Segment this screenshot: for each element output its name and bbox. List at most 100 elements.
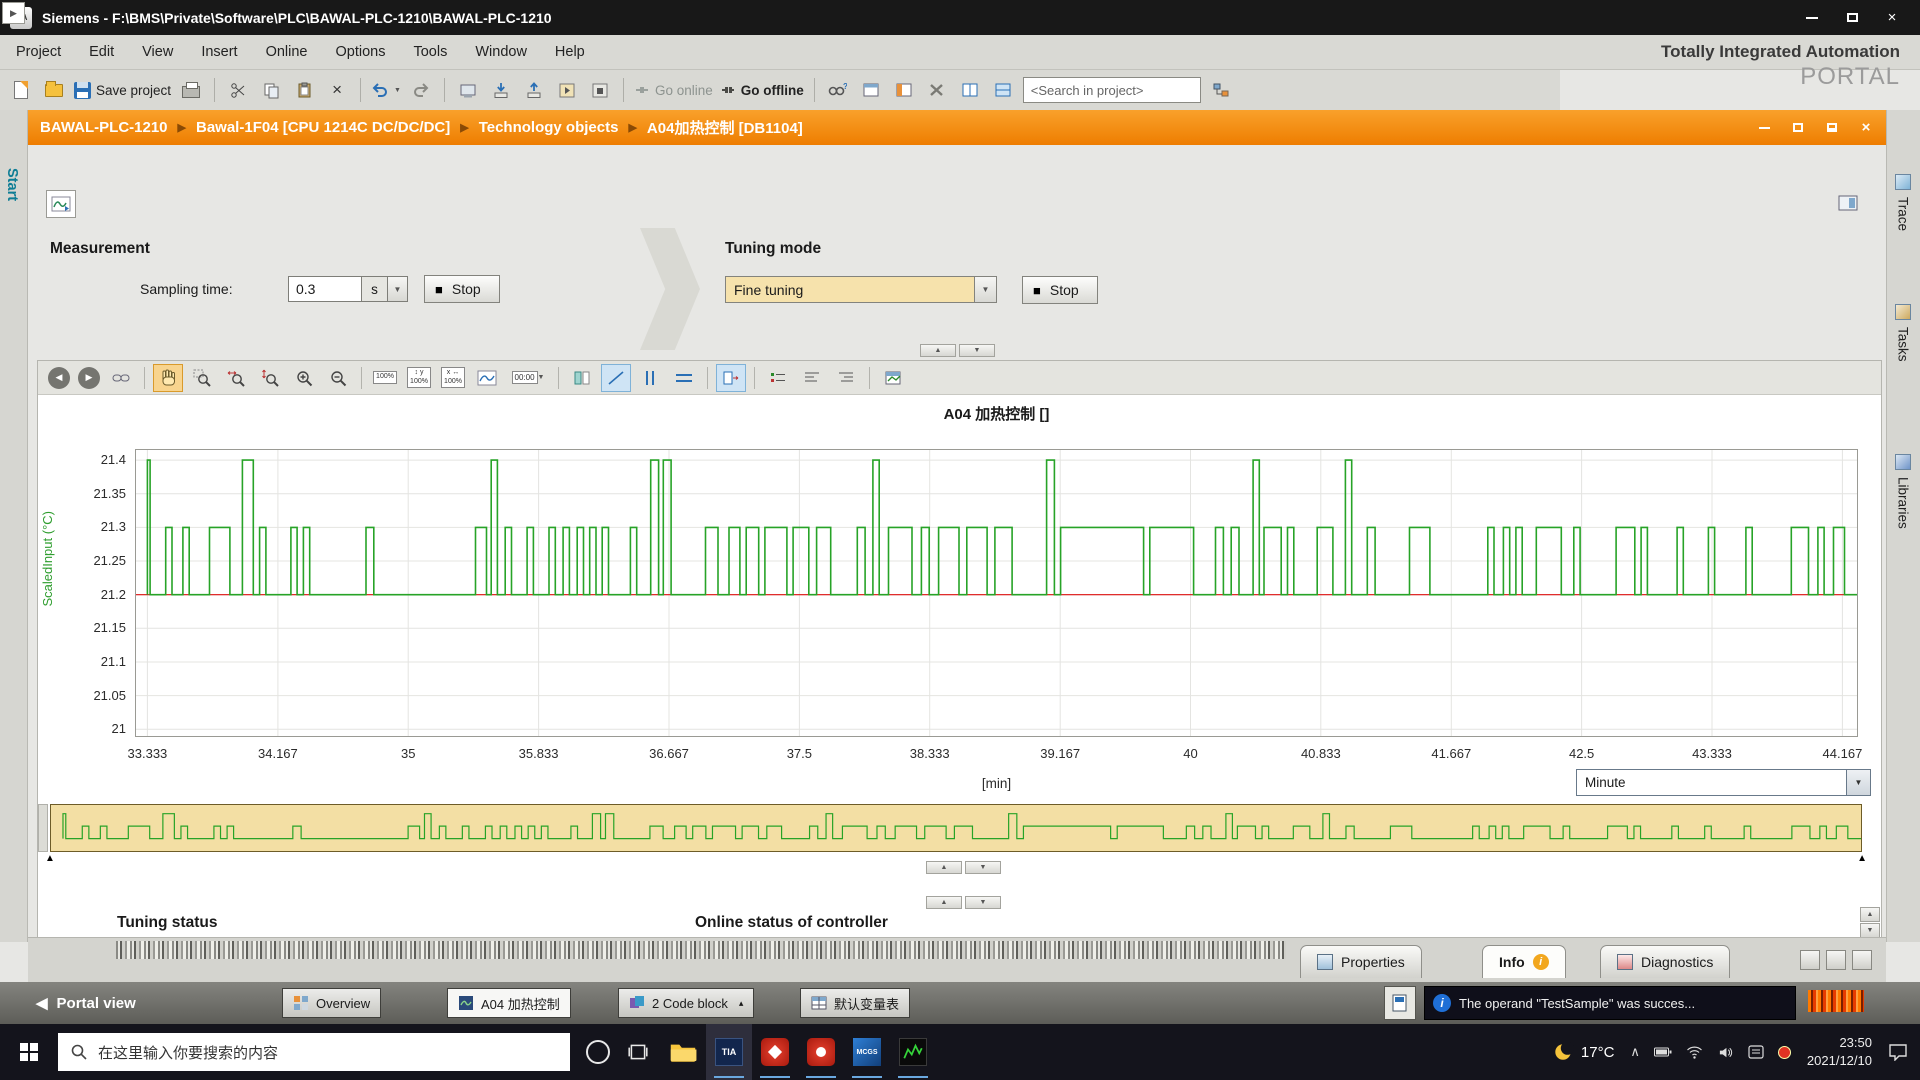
window-restore-button[interactable] [1844,10,1860,26]
menu-edit[interactable]: Edit [89,44,114,60]
time-unit-dropdown-button[interactable]: ▼ [1846,770,1870,795]
cut-button[interactable] [225,76,251,104]
collapse-inspector-button[interactable] [1826,950,1846,970]
taskbar-search-input[interactable]: 在这里输入你要搜索的内容 [58,1033,570,1071]
start-runtime-window-button[interactable] [858,76,884,104]
split-editor-vertical-button[interactable] [990,76,1016,104]
tab-info[interactable]: Info i [1482,945,1566,978]
task-card-trace[interactable]: Trace [1888,170,1918,235]
redo-button[interactable] [408,76,434,104]
zoom-horizontal-button[interactable] [221,364,251,392]
editor-maximize-button[interactable] [1824,120,1840,136]
menu-online[interactable]: Online [266,44,308,60]
tab-properties[interactable]: Properties [1300,945,1422,978]
battery-icon[interactable] [1654,1047,1672,1057]
cross-reference-button[interactable] [924,76,950,104]
expand-measurement-panel-button[interactable] [1834,190,1862,216]
zoom-in-button[interactable] [289,364,319,392]
zoom-out-button[interactable] [323,364,353,392]
sampling-unit-dropdown-button[interactable]: ▼ [388,276,408,302]
splitter-up-button[interactable]: ▲ [926,896,962,909]
cursor-mode-button[interactable] [567,364,597,392]
time-offset-button[interactable]: 00:00▼ [506,364,550,392]
red-app1-button[interactable] [752,1024,798,1080]
editor-tab-codeblock[interactable]: 2 Code block ▴ [618,988,754,1018]
splitter-up-button[interactable]: ▲ [920,344,956,357]
sampling-time-input[interactable]: 0.3 [288,276,362,302]
speaker-icon[interactable] [1717,1045,1734,1060]
input-method-icon[interactable] [1748,1045,1764,1059]
editor-restore-button[interactable] [1790,120,1806,136]
cortana-button[interactable] [586,1040,610,1064]
legend-align-right-button[interactable] [831,364,861,392]
menu-tools[interactable]: Tools [413,44,447,60]
editor-tab-overview[interactable]: Overview [282,988,381,1018]
menu-window[interactable]: Window [475,44,527,60]
range-handle-left[interactable]: ▲ [45,854,55,864]
measurement-config-button[interactable] [46,190,76,218]
scale-x-100-button[interactable]: x ↔100% [438,364,468,392]
weather-widget[interactable]: 17°C [1552,1041,1615,1063]
splitter-down-button[interactable]: ▼ [965,896,1001,909]
splitter-down-button[interactable]: ▼ [965,861,1001,874]
stop-cpu-button[interactable] [587,76,613,104]
editor-tab-a04[interactable]: A04 加热控制 [447,988,571,1018]
file-explorer-button[interactable] [660,1024,706,1080]
scale-100-button[interactable]: 100% [370,364,400,392]
copy-button[interactable] [258,76,284,104]
start-cpu-button[interactable] [554,76,580,104]
go-offline-button[interactable]: Go offline [720,76,804,104]
undo-button[interactable]: ▼ [371,76,401,104]
trend-tool-button[interactable] [890,1024,936,1080]
save-project-button[interactable]: Save project [74,76,171,104]
red-app2-button[interactable] [798,1024,844,1080]
menu-insert[interactable]: Insert [201,44,237,60]
memory-card-button[interactable] [1384,986,1416,1020]
slope-cursor-button[interactable] [601,364,631,392]
show-editor-layout-button[interactable] [891,76,917,104]
project-tree-button[interactable] [1208,76,1234,104]
more-editors-arrow[interactable]: ▴ [739,998,744,1009]
menu-project[interactable]: Project [16,44,61,60]
snap-to-samples-button[interactable] [716,364,746,392]
tia-portal-taskbar-button[interactable]: TIA [706,1024,752,1080]
accessible-devices-button[interactable]: ? [825,76,851,104]
range-handle-right[interactable]: ▲ [1857,854,1867,864]
float-inspector-button[interactable] [1800,950,1820,970]
wifi-icon[interactable] [1686,1045,1703,1060]
menu-help[interactable]: Help [555,44,585,60]
menu-view[interactable]: View [142,44,173,60]
tab-diagnostics[interactable]: Diagnostics [1600,945,1730,978]
zoom-vertical-button[interactable] [255,364,285,392]
autofit-curve-button[interactable] [472,364,502,392]
expand-project-tree-button[interactable]: ▶ [2,2,25,24]
search-in-project-input[interactable]: <Search in project> [1023,77,1201,103]
task-card-libraries[interactable]: Libraries [1888,450,1918,533]
window-close-button[interactable]: × [1884,10,1900,26]
sidebar-tab-start[interactable]: Start [4,168,20,201]
measurement-stop-button[interactable]: ■ Stop [424,275,500,303]
scroll-down-button[interactable]: ▼ [1860,923,1880,938]
status-message[interactable]: i The operand "TestSample" was succes... [1424,986,1796,1020]
taskbar-clock[interactable]: 23:50 2021/12/10 [1807,1034,1872,1069]
action-center-icon[interactable] [1888,1043,1908,1061]
split-editor-horizontal-button[interactable] [957,76,983,104]
horizontal-cursors-button[interactable] [669,364,699,392]
upload-from-device-button[interactable] [521,76,547,104]
new-project-button[interactable] [8,76,34,104]
breadcrumb-item[interactable]: A04加热控制 [DB1104] [647,117,803,138]
scale-y-100-button[interactable]: ↕ y100% [404,364,434,392]
tray-expand-button[interactable]: ∧ [1630,1044,1640,1060]
tuning-mode-dropdown-button[interactable]: ▼ [974,277,996,302]
expand-inspector-button[interactable] [1852,950,1872,970]
mcgs-button[interactable]: MCGS [844,1024,890,1080]
legend-align-left-button[interactable] [797,364,827,392]
signal-table-button[interactable] [878,364,908,392]
task-view-button[interactable] [626,1041,650,1063]
open-project-button[interactable] [41,76,67,104]
scroll-up-button[interactable]: ▲ [1860,907,1880,922]
editor-minimize-button[interactable] [1756,120,1772,136]
delete-button[interactable]: × [324,76,350,104]
window-minimize-button[interactable] [1804,10,1820,26]
notification-badge-icon[interactable] [1778,1046,1791,1059]
